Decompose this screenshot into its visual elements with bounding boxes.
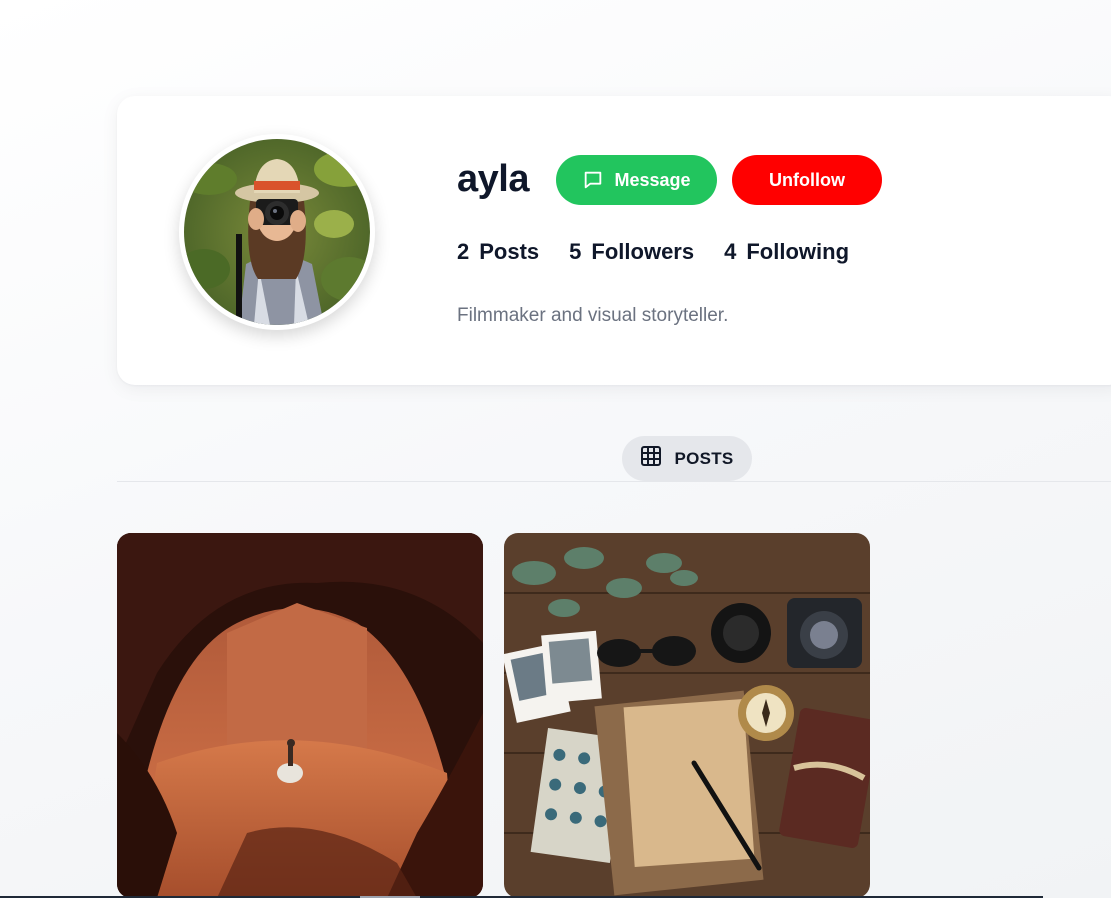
following-label: Following — [746, 239, 850, 264]
travel-flatlay-image — [504, 533, 870, 898]
posts-count: 2 — [457, 239, 470, 264]
following-stat[interactable]: 4 Following — [724, 239, 849, 265]
following-count: 4 — [724, 239, 737, 264]
avatar-frame — [179, 134, 375, 330]
message-button-label: Message — [614, 169, 691, 190]
profile-stats: 2 Posts 5 Followers 4 Following — [457, 239, 849, 265]
avatar[interactable] — [184, 139, 370, 325]
profile-bio: Filmmaker and visual storyteller. — [457, 305, 729, 326]
tabs-divider — [117, 481, 1111, 482]
profile-page: ayla Message Unfollow 2 Posts 5 Followers … — [0, 0, 1111, 898]
post-thumbnail[interactable] — [117, 533, 483, 898]
followers-count: 5 — [569, 239, 582, 264]
post-thumbnail[interactable] — [504, 533, 870, 898]
unfollow-button[interactable]: Unfollow — [732, 155, 882, 205]
tab-posts[interactable]: POSTS — [622, 436, 752, 481]
username: ayla — [457, 158, 529, 200]
unfollow-button-label: Unfollow — [769, 169, 845, 190]
desert-canyon-image — [117, 533, 483, 898]
profile-card: ayla Message Unfollow 2 Posts 5 Followers … — [117, 96, 1111, 385]
posts-stat[interactable]: 2 Posts — [457, 239, 539, 265]
followers-label: Followers — [591, 239, 695, 264]
followers-stat[interactable]: 5 Followers — [569, 239, 694, 265]
message-icon — [582, 169, 604, 191]
tab-posts-label: POSTS — [674, 448, 734, 468]
grid-icon — [640, 445, 662, 472]
message-button[interactable]: Message — [556, 155, 717, 205]
posts-label: Posts — [479, 239, 540, 264]
